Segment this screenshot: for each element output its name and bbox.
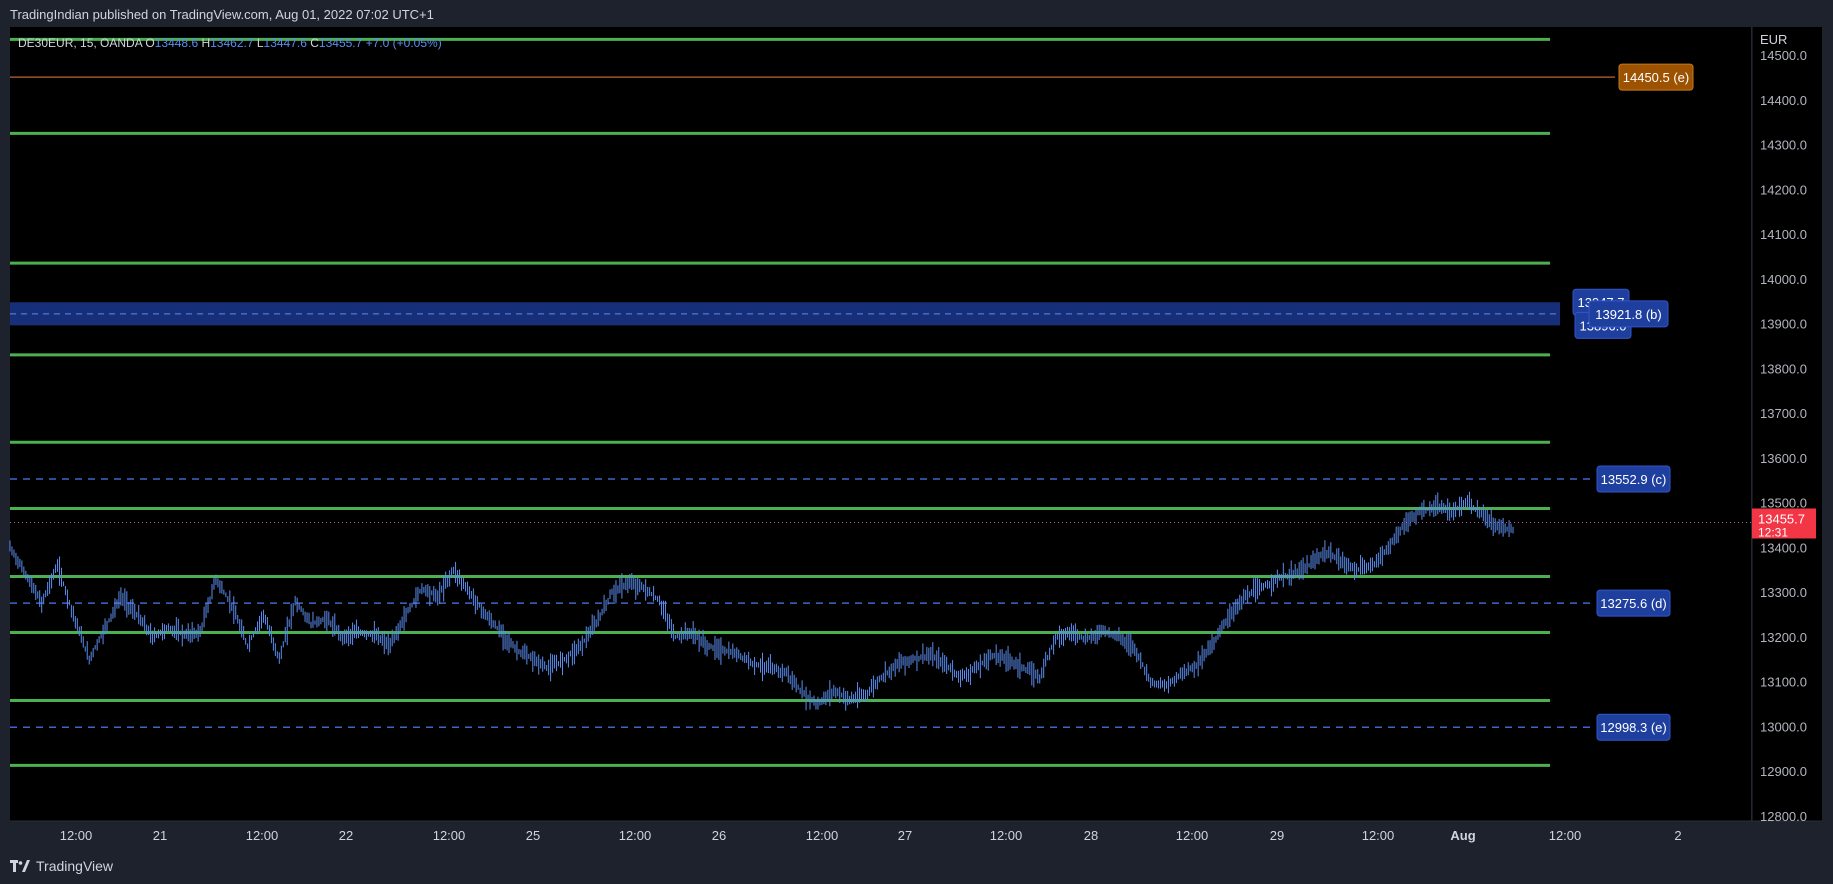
y-tick-label: 13700.0 [1760, 406, 1807, 421]
tradingview-brand[interactable]: TradingView [10, 858, 113, 874]
x-tick-label: 12:00 [1362, 828, 1395, 843]
x-tick-label: 28 [1084, 828, 1098, 843]
x-tick-label: 12:00 [60, 828, 93, 843]
y-tick-label: 14200.0 [1760, 182, 1807, 197]
y-tick-label: 13400.0 [1760, 540, 1807, 555]
level-e-upper-label-text: 14450.5 (e) [1623, 70, 1690, 85]
y-tick-label: 13000.0 [1760, 719, 1807, 734]
current-price-label: 13455.7 [1758, 511, 1805, 526]
ohlc-legend-part: O [145, 36, 154, 50]
y-tick-label: 13100.0 [1760, 675, 1807, 690]
x-tick-label: 21 [153, 828, 167, 843]
ohlc-legend-part: H [201, 36, 210, 50]
y-tick-label: 13500.0 [1760, 496, 1807, 511]
y-tick-label: 12800.0 [1760, 809, 1807, 824]
x-tick-label: 12:00 [433, 828, 466, 843]
y-tick-label: 13200.0 [1760, 630, 1807, 645]
ohlc-legend[interactable]: DE30EUR, 15, OANDA O13448.6 H13462.7 L13… [18, 36, 442, 50]
ohlc-legend-part: 13447.6 [264, 36, 311, 50]
bar-countdown-label: 12:31 [1758, 525, 1788, 539]
x-tick-label: 22 [339, 828, 353, 843]
x-tick-label: 12:00 [990, 828, 1023, 843]
x-tick-label: 26 [712, 828, 726, 843]
dashed-level-label-text: 12998.3 (e) [1600, 720, 1667, 735]
ohlc-legend-part: 13462.7 [210, 36, 257, 50]
tradingview-logo-icon [10, 860, 30, 872]
price-chart[interactable]: EUR14500.0 14400.0 14300.0 14200.0 14100.0 14… [0, 0, 1833, 884]
dashed-level-label-text: 13552.9 (c) [1601, 472, 1667, 487]
ohlc-legend-part: 13448.6 [155, 36, 202, 50]
x-tick-label: 2 [1674, 828, 1681, 843]
x-tick-label: 29 [1270, 828, 1284, 843]
y-tick-label: 14500.0 [1760, 48, 1807, 63]
ohlc-legend-part: C [310, 36, 319, 50]
x-tick-label: Aug [1450, 828, 1475, 843]
y-tick-label: 13900.0 [1760, 317, 1807, 332]
ohlc-legend-part: DE30EUR, 15, OANDA [18, 36, 145, 50]
dashed-level-label-text: 13275.6 (d) [1600, 596, 1667, 611]
ohlc-legend-part: 13455.7 [319, 36, 366, 50]
x-tick-label: 12:00 [619, 828, 652, 843]
y-tick-label: 12900.0 [1760, 764, 1807, 779]
y-tick-label: 13800.0 [1760, 361, 1807, 376]
y-tick-label: 14100.0 [1760, 227, 1807, 242]
y-tick-label: 14300.0 [1760, 138, 1807, 153]
x-tick-label: 12:00 [1176, 828, 1209, 843]
y-tick-label: 13600.0 [1760, 451, 1807, 466]
zone-mid-label-text: 13921.8 (b) [1595, 307, 1662, 322]
y-tick-label: 13300.0 [1760, 585, 1807, 600]
ohlc-legend-part: +7.0 (+0.05%) [366, 36, 442, 50]
x-tick-label: 12:00 [246, 828, 279, 843]
x-tick-label: 12:00 [806, 828, 839, 843]
y-tick-label: 14400.0 [1760, 93, 1807, 108]
x-tick-label: 12:00 [1549, 828, 1582, 843]
x-tick-label: 27 [898, 828, 912, 843]
tradingview-brand-label: TradingView [36, 858, 114, 874]
axis-currency-label: EUR [1760, 32, 1787, 47]
x-tick-label: 25 [526, 828, 540, 843]
y-tick-label: 14000.0 [1760, 272, 1807, 287]
